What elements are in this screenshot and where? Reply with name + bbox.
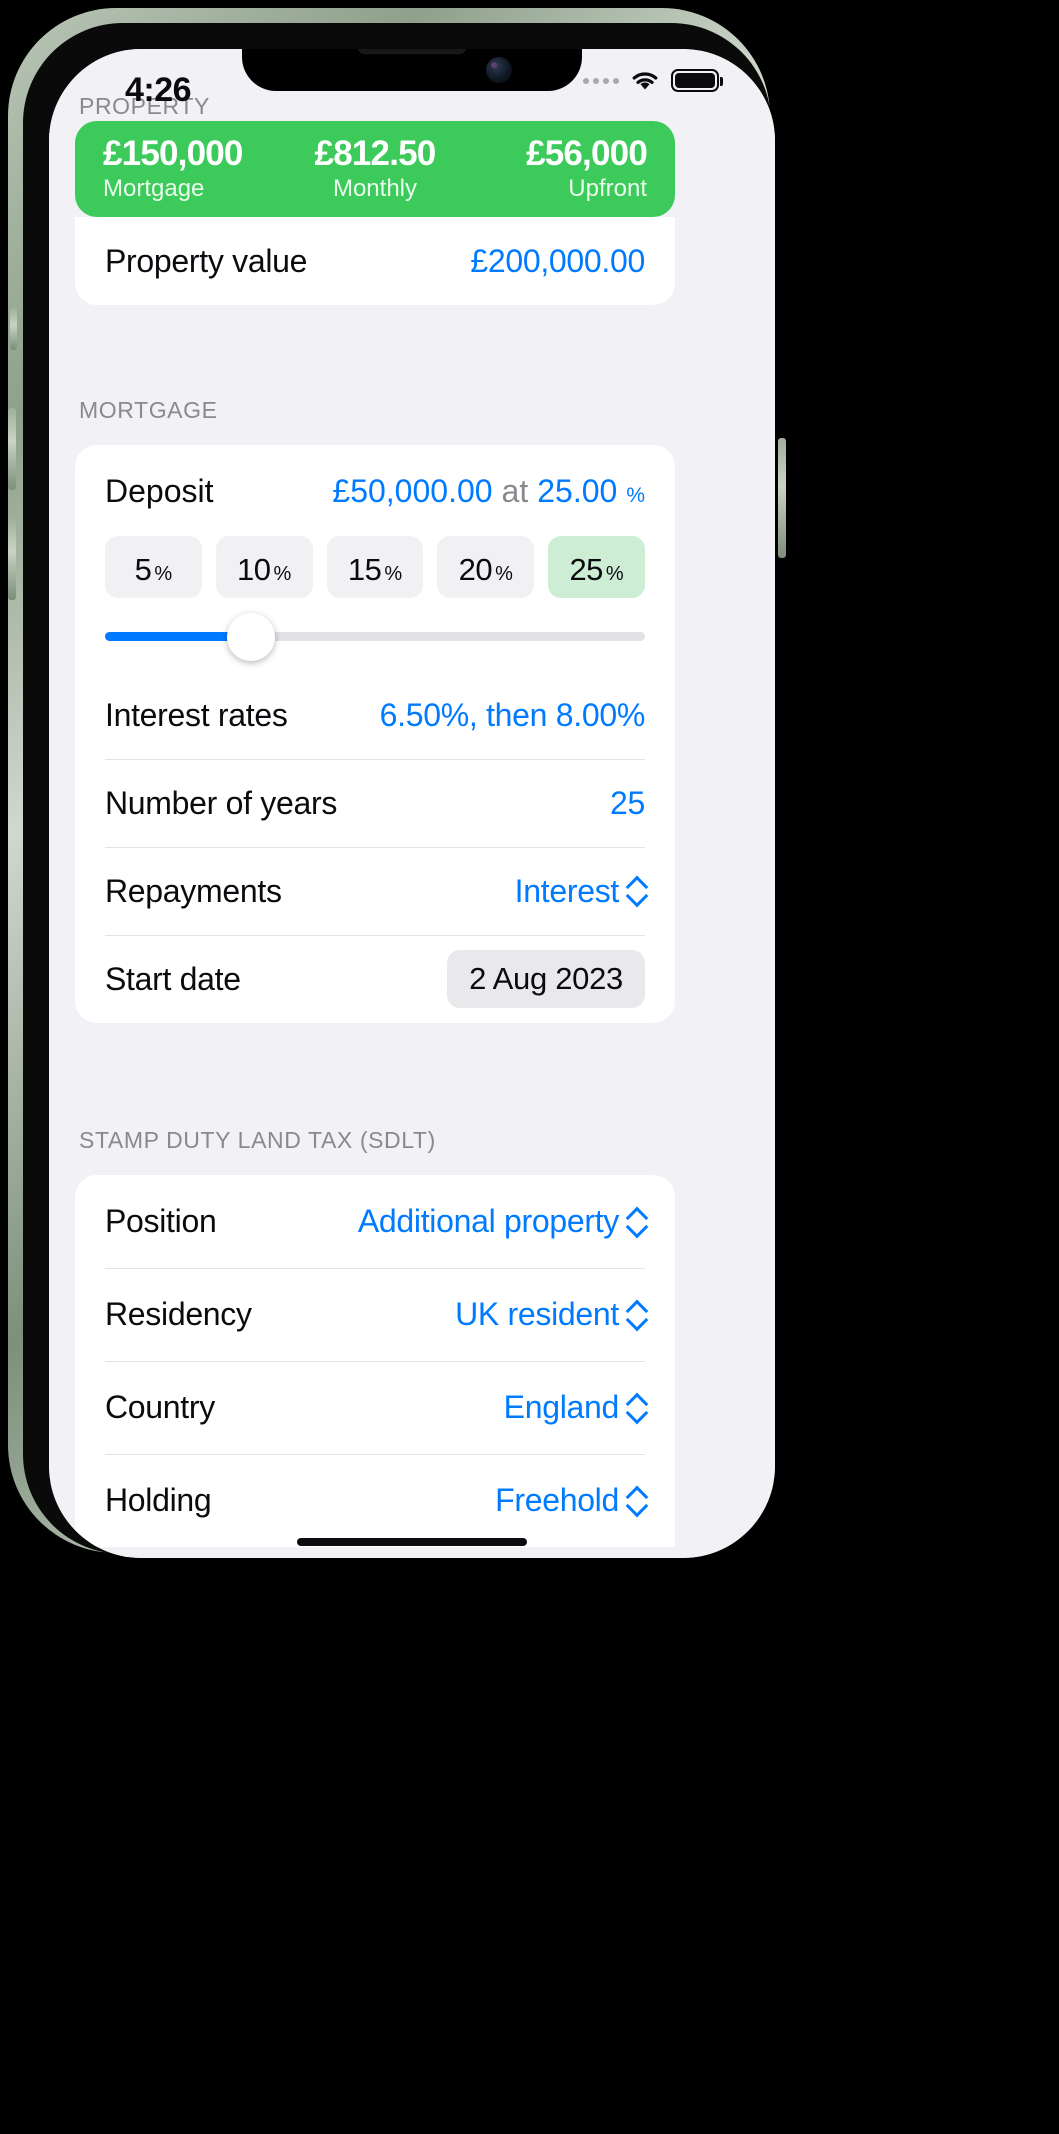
volume-up-button[interactable] (8, 408, 16, 490)
deposit-chip-10[interactable]: 10 % (215, 536, 313, 598)
row-holding[interactable]: Holding Freehold (75, 1454, 675, 1547)
phone-screen: PROPERTY £150,000 Mortgage £812.50 Month… (49, 49, 775, 1558)
row-value-wrap[interactable]: Interest (515, 873, 645, 910)
row-value-wrap[interactable]: England (504, 1389, 645, 1426)
row-value: UK resident (455, 1296, 619, 1332)
chip-percent: % (154, 563, 173, 585)
chevron-up-down-icon[interactable] (628, 1394, 645, 1422)
row-start-date[interactable]: Start date 2 Aug 2023 (75, 935, 675, 1023)
sdlt-card: Position Additional property Residency U… (75, 1175, 675, 1547)
summary-item-mortgage: £150,000 Mortgage (75, 135, 284, 203)
row-label: Repayments (105, 872, 282, 909)
summary-label-upfront: Upfront (568, 174, 647, 202)
row-label: Country (105, 1389, 215, 1425)
phone-frame: PROPERTY £150,000 Mortgage £812.50 Month… (8, 8, 786, 1558)
power-button[interactable] (778, 438, 786, 558)
start-date-picker[interactable]: 2 Aug 2023 (447, 950, 645, 1008)
row-label: Property value (105, 242, 308, 279)
phone-bezel: PROPERTY £150,000 Mortgage £812.50 Month… (23, 23, 775, 1558)
summary-value-monthly: £812.50 (314, 134, 437, 174)
status-indicators (583, 69, 723, 92)
summary-label-monthly: Monthly (332, 174, 418, 202)
row-value: Interest (514, 872, 620, 909)
deposit-label: Deposit (105, 473, 214, 509)
battery-full-icon (671, 69, 723, 92)
deposit-amount[interactable]: £50,000.00 (332, 473, 492, 510)
deposit-percent[interactable]: 25.00 (537, 473, 617, 510)
volume-down-button[interactable] (8, 518, 16, 600)
slider-track[interactable] (105, 612, 645, 661)
row-value: Additional property (357, 1203, 619, 1239)
chevron-up-down-icon[interactable] (628, 1301, 645, 1329)
property-card: Property value £200,000.00 (75, 217, 675, 305)
row-value-wrap[interactable]: UK resident (455, 1296, 645, 1333)
row-label: Holding (105, 1482, 212, 1518)
signal-dots-icon (583, 77, 619, 84)
section-header-sdlt: STAMP DUTY LAND TAX (SDLT) (79, 1127, 436, 1153)
deposit-connector: at (501, 473, 529, 509)
row-country[interactable]: Country England (75, 1361, 675, 1454)
chip-number: 10 (237, 552, 271, 587)
phone-screenshot: PROPERTY £150,000 Mortgage £812.50 Month… (0, 0, 1059, 2134)
chip-percent: % (495, 563, 513, 585)
row-label: Residency (105, 1296, 252, 1332)
front-camera-icon (486, 57, 512, 83)
row-interest-rates[interactable]: Interest rates 6.50%, then 8.00% (75, 671, 675, 759)
wifi-icon (630, 70, 660, 92)
earpiece-speaker (358, 49, 466, 54)
deposit-row: Deposit £50,000.00 at 25.00% (75, 445, 675, 510)
chip-percent: % (384, 563, 403, 585)
deposit-chip-5[interactable]: 5 % (105, 536, 202, 598)
row-number-of-years[interactable]: Number of years 25 (75, 759, 675, 847)
chip-number: 15 (347, 552, 382, 587)
row-value-wrap[interactable]: Additional property (358, 1203, 645, 1240)
chip-number: 5 (134, 552, 152, 587)
chevron-up-down-icon[interactable] (628, 1208, 645, 1236)
chevron-up-down-icon[interactable] (628, 1487, 645, 1515)
mortgage-card: Deposit £50,000.00 at 25.00% 5 % 10 % 15… (75, 445, 675, 1023)
deposit-values[interactable]: £50,000.00 at 25.00% (332, 473, 645, 510)
row-value-wrap[interactable]: Freehold (495, 1482, 645, 1519)
chip-percent: % (273, 563, 292, 585)
chevron-up-down-icon[interactable] (628, 877, 645, 905)
row-property-value[interactable]: Property value £200,000.00 (75, 217, 675, 305)
deposit-slider[interactable] (75, 598, 675, 671)
summary-label-mortgage: Mortgage (103, 174, 205, 202)
status-time: 4:26 (125, 71, 192, 109)
row-value[interactable]: 25 (610, 785, 645, 822)
row-value[interactable]: £200,000.00 (470, 243, 645, 280)
status-bar: 4:26 (49, 49, 775, 127)
row-value: Freehold (495, 1482, 619, 1518)
row-label: Start date (105, 960, 241, 997)
row-position[interactable]: Position Additional property (75, 1175, 675, 1268)
deposit-chip-15[interactable]: 15 % (326, 536, 424, 598)
row-residency[interactable]: Residency UK resident (75, 1268, 675, 1361)
section-header-mortgage: MORTGAGE (79, 397, 218, 423)
percent-symbol: % (626, 484, 645, 507)
row-label: Position (105, 1203, 217, 1239)
summary-banner: £150,000 Mortgage £812.50 Monthly £56,00… (75, 121, 675, 217)
mute-switch[interactable] (10, 308, 17, 350)
summary-value-upfront: £56,000 (526, 134, 648, 174)
notch (242, 49, 582, 91)
row-value[interactable]: 6.50%, then 8.00% (380, 697, 646, 734)
row-label: Interest rates (105, 696, 288, 733)
summary-item-monthly: £812.50 Monthly (284, 135, 465, 203)
deposit-chip-25[interactable]: 25 % (548, 536, 645, 598)
summary-value-mortgage: £150,000 (103, 134, 243, 174)
row-repayments[interactable]: Repayments Interest (75, 847, 675, 935)
deposit-percent-chips: 5 % 10 % 15 % 20 % 25 % (75, 510, 675, 598)
deposit-chip-20[interactable]: 20 % (437, 536, 535, 598)
summary-item-upfront: £56,000 Upfront (466, 135, 675, 203)
slider-knob[interactable] (226, 612, 275, 661)
home-indicator[interactable] (297, 1538, 527, 1546)
chip-number: 25 (569, 552, 603, 587)
chip-number: 20 (458, 552, 493, 587)
chip-percent: % (605, 563, 624, 585)
row-label: Number of years (105, 784, 338, 821)
row-value: England (503, 1389, 620, 1425)
scroll-content[interactable]: PROPERTY £150,000 Mortgage £812.50 Month… (49, 49, 775, 1558)
